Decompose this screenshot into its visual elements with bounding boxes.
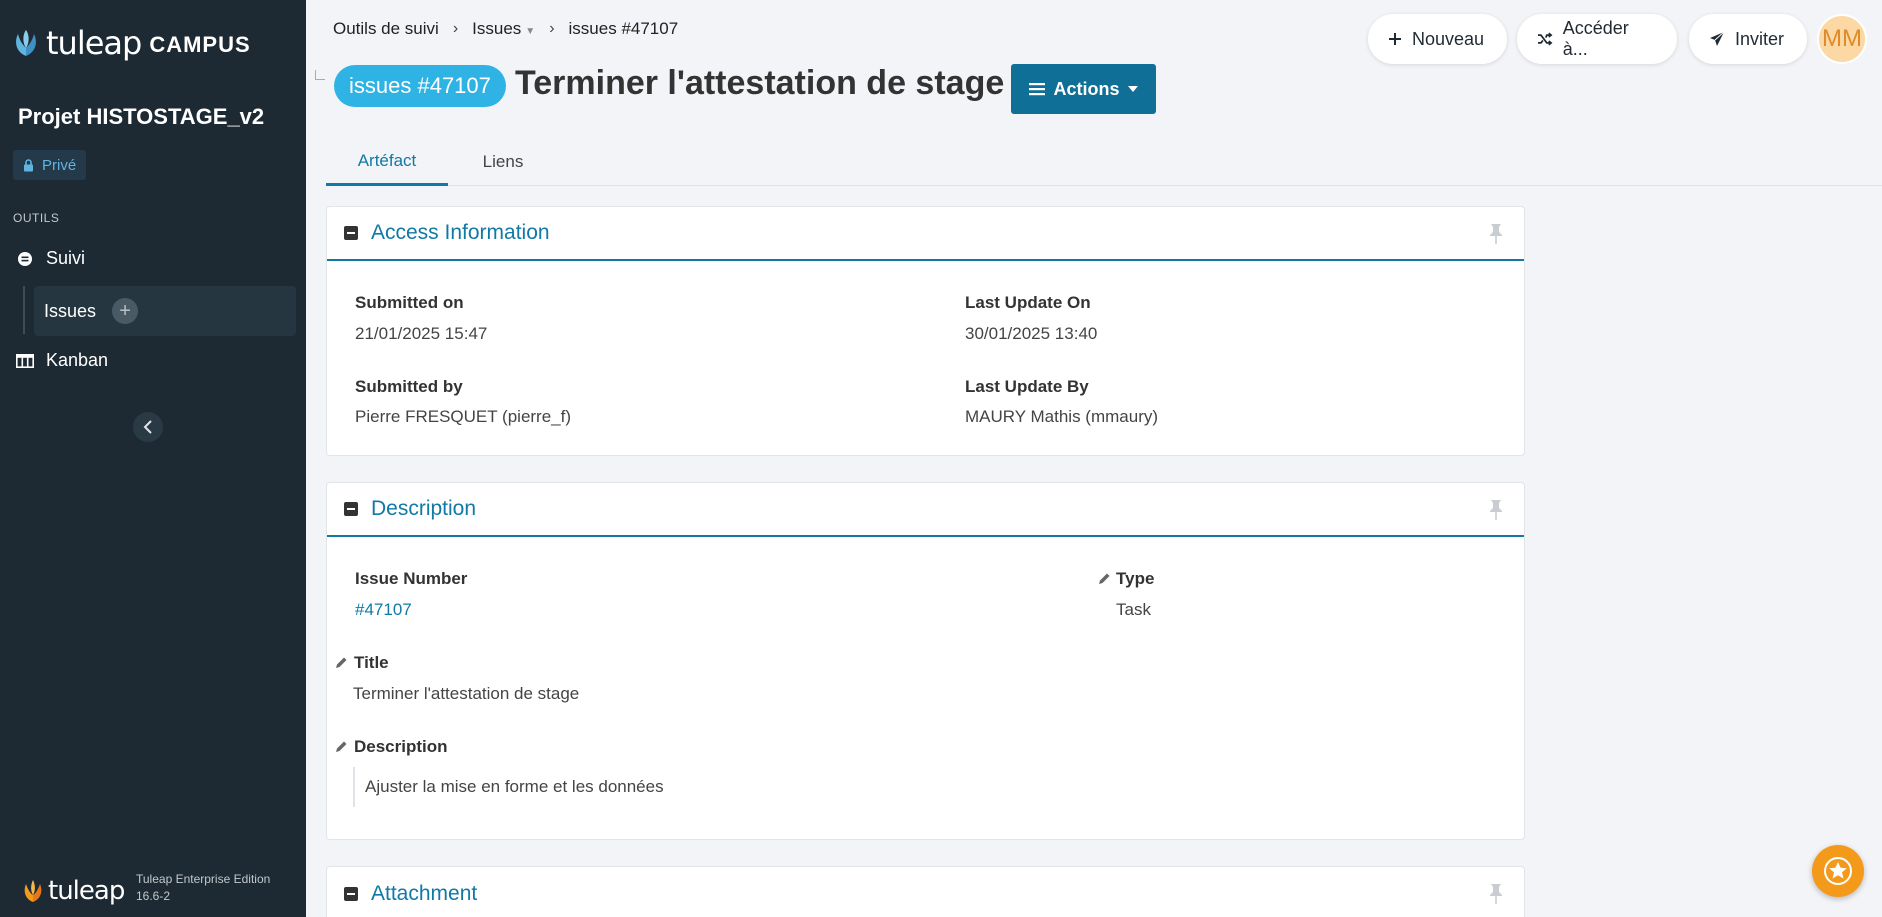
paper-plane-icon xyxy=(1710,31,1725,46)
panel-title: Attachment xyxy=(371,882,478,905)
last-update-on-value: 30/01/2025 13:40 xyxy=(965,324,1098,343)
artifact-tabs: Artéfact Liens xyxy=(326,138,1882,186)
description-value: Ajuster la mise en forme et les données xyxy=(353,767,664,807)
description-panel: Description Issue Number #47107 Type Tas… xyxy=(326,482,1525,840)
privacy-label: Privé xyxy=(42,156,77,174)
plus-icon xyxy=(1389,33,1401,45)
panel-header[interactable]: Attachment xyxy=(327,867,1524,917)
pin-icon[interactable] xyxy=(1486,499,1506,521)
tuleap-flame-icon xyxy=(24,880,42,902)
parent-link-icon xyxy=(315,70,325,80)
last-update-by-value[interactable]: MAURY Mathis (mmaury) xyxy=(965,407,1158,427)
tuleap-logo-icon xyxy=(16,30,36,56)
caret-down-icon xyxy=(1127,86,1138,92)
chevron-right-icon: › xyxy=(452,20,459,37)
access-information-panel: Access Information Submitted on 21/01/20… xyxy=(326,206,1525,456)
type-label: Type xyxy=(1116,569,1155,588)
sidebar-item-label: Kanban xyxy=(46,350,109,370)
footer-logo-text: tuleap xyxy=(48,876,125,906)
goto-button[interactable]: Accéder à... xyxy=(1517,14,1677,64)
tab-links[interactable]: Liens xyxy=(448,138,558,186)
pin-icon[interactable] xyxy=(1486,883,1506,905)
project-name[interactable]: Projet HISTOSTAGE_v2 xyxy=(18,104,264,130)
breadcrumb-item-artifact[interactable]: issues #47107 xyxy=(569,19,679,39)
submitted-by-value[interactable]: Pierre FRESQUET (pierre_f) xyxy=(355,407,571,427)
shuffle-icon xyxy=(1537,32,1553,46)
artifact-xref-badge[interactable]: issues #47107 xyxy=(334,65,506,107)
pencil-icon[interactable] xyxy=(334,656,348,670)
actions-button[interactable]: Actions xyxy=(1011,64,1156,114)
artifact-title: Terminer l'attestation de stage xyxy=(515,64,1005,102)
add-issue-button[interactable]: + xyxy=(112,298,139,324)
collapse-icon[interactable] xyxy=(344,502,358,516)
caret-down-icon: ▼ xyxy=(525,26,536,37)
logo-campus-text: CAMPUS xyxy=(149,32,251,57)
breadcrumb-item-issues[interactable]: Issues ▼ xyxy=(472,19,535,39)
breadcrumb-item-trackers[interactable]: Outils de suivi xyxy=(333,19,439,39)
logo-text: tuleap xyxy=(46,24,142,62)
kanban-icon xyxy=(16,352,34,370)
title-value: Terminer l'attestation de stage xyxy=(353,684,580,703)
footer-version-number: 16.6-2 xyxy=(136,889,171,903)
tab-artifact[interactable]: Artéfact xyxy=(326,138,448,186)
panel-header[interactable]: Access Information xyxy=(327,207,1524,261)
tracker-icon xyxy=(16,250,34,268)
privacy-badge[interactable]: Privé xyxy=(13,150,87,180)
bars-icon xyxy=(1029,83,1046,96)
issue-number-value[interactable]: #47107 xyxy=(355,600,412,620)
collapse-icon[interactable] xyxy=(344,226,358,240)
pin-icon[interactable] xyxy=(1486,223,1506,245)
new-button-label: Nouveau xyxy=(1412,28,1485,49)
sidebar-subitem-line xyxy=(23,286,25,334)
collapse-sidebar-button[interactable] xyxy=(133,412,163,442)
goto-button-label: Accéder à... xyxy=(1562,18,1629,59)
lock-icon xyxy=(24,158,33,171)
tools-section-label: OUTILS xyxy=(13,211,60,225)
tuleap-campus-logo[interactable]: tuleap CAMPUS xyxy=(12,24,251,62)
type-value: Task xyxy=(1116,600,1151,619)
breadcrumb-item-label: Issues xyxy=(472,19,522,38)
sidebar-item-issues[interactable]: Issues + xyxy=(34,286,296,336)
pencil-icon[interactable] xyxy=(1097,572,1111,586)
footer-edition: Tuleap Enterprise Edition xyxy=(136,872,271,886)
sidebar-item-label: Issues xyxy=(44,300,97,321)
chevron-left-icon xyxy=(143,420,152,434)
submitted-by-label: Submitted by xyxy=(355,377,463,396)
last-update-on-label: Last Update On xyxy=(965,293,1091,312)
attachment-panel: Attachment xyxy=(326,866,1525,917)
user-avatar[interactable]: MM xyxy=(1817,14,1867,64)
star-icon xyxy=(1824,857,1852,885)
collapse-icon[interactable] xyxy=(344,887,358,901)
chevron-right-icon: › xyxy=(549,20,555,37)
submitted-on-value: 21/01/2025 15:47 xyxy=(355,324,488,343)
breadcrumb: Outils de suivi › Issues ▼ › issues #4710… xyxy=(333,19,678,39)
title-label: Title xyxy=(354,653,389,672)
panel-title: Access Information xyxy=(371,221,550,244)
sidebar: tuleap CAMPUS Projet HISTOSTAGE_v2 Privé… xyxy=(0,0,306,917)
sidebar-item-kanban[interactable]: Kanban xyxy=(0,350,108,371)
new-button[interactable]: Nouveau xyxy=(1368,14,1507,64)
submitted-on-label: Submitted on xyxy=(355,293,464,312)
pencil-icon[interactable] xyxy=(334,740,348,754)
sidebar-item-label: Suivi xyxy=(46,248,86,268)
footer-tuleap-logo[interactable]: tuleap xyxy=(22,876,125,906)
last-update-by-label: Last Update By xyxy=(965,377,1089,396)
description-label: Description xyxy=(354,737,448,756)
panel-title: Description xyxy=(371,497,477,520)
sidebar-item-suivi[interactable]: Suivi xyxy=(0,248,85,269)
favorites-button[interactable] xyxy=(1812,845,1864,897)
panel-header[interactable]: Description xyxy=(327,483,1524,537)
issue-number-label: Issue Number xyxy=(355,569,468,588)
invite-button-label: Inviter xyxy=(1735,28,1785,49)
actions-button-label: Actions xyxy=(1053,78,1120,99)
footer-version: Tuleap Enterprise Edition 16.6-2 xyxy=(136,871,270,905)
invite-button[interactable]: Inviter xyxy=(1689,14,1807,64)
